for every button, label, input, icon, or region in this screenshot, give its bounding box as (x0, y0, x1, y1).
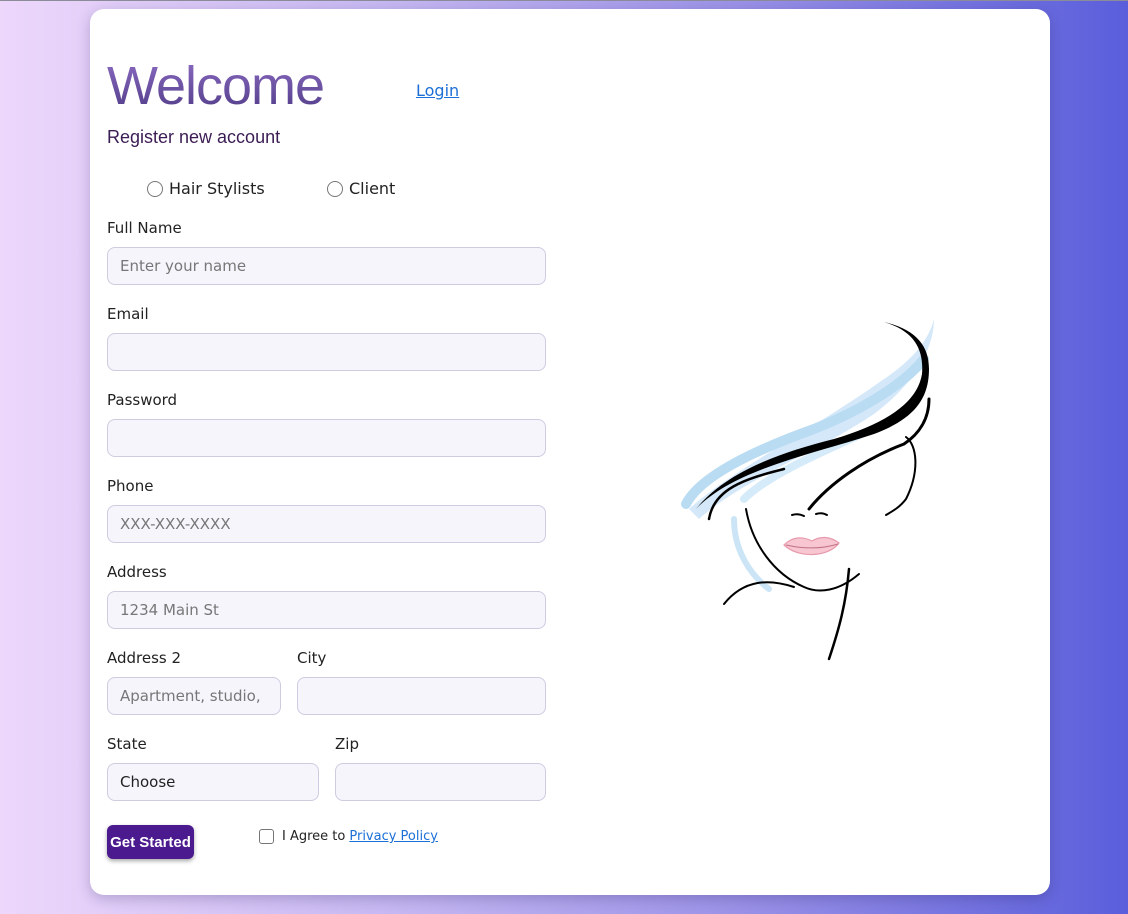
zip-label: Zip (335, 735, 359, 753)
full-name-label: Full Name (107, 219, 182, 237)
account-type-option-client[interactable]: Client (327, 179, 395, 198)
zip-input[interactable] (335, 763, 546, 801)
address-label: Address (107, 563, 167, 581)
client-radio[interactable] (327, 180, 343, 197)
account-type-option-hair-stylists[interactable]: Hair Stylists (147, 179, 265, 198)
city-label: City (297, 649, 327, 667)
client-label: Client (349, 179, 396, 198)
agree-text: I Agree to (282, 829, 346, 844)
phone-label: Phone (107, 477, 154, 495)
get-started-button[interactable]: Get Started (107, 825, 194, 859)
email-input[interactable] (107, 333, 546, 371)
registration-card: Welcome Login Register new account Hair … (90, 9, 1050, 895)
hair-stylists-radio[interactable] (147, 180, 163, 197)
password-input[interactable] (107, 419, 546, 457)
woman-face-illustration (681, 319, 934, 661)
agree-checkbox[interactable] (259, 829, 274, 844)
window-top-border (0, 0, 1128, 1)
page-subtitle: Register new account (107, 127, 281, 147)
state-selected-value: Choose (120, 773, 176, 791)
address2-input[interactable] (107, 677, 281, 715)
page-title: Welcome (107, 56, 325, 116)
address2-label: Address 2 (107, 649, 182, 667)
privacy-agreement: I Agree to Privacy Policy (259, 829, 438, 844)
email-label: Email (107, 305, 149, 323)
full-name-input[interactable] (107, 247, 546, 285)
privacy-policy-link[interactable]: Privacy Policy (349, 829, 438, 844)
password-label: Password (107, 391, 178, 409)
state-select[interactable]: Choose (107, 763, 319, 801)
city-input[interactable] (297, 677, 546, 715)
login-link[interactable]: Login (416, 81, 459, 100)
phone-input[interactable] (107, 505, 546, 543)
hair-stylists-label: Hair Stylists (169, 179, 265, 198)
address-input[interactable] (107, 591, 546, 629)
state-label: State (107, 735, 147, 753)
